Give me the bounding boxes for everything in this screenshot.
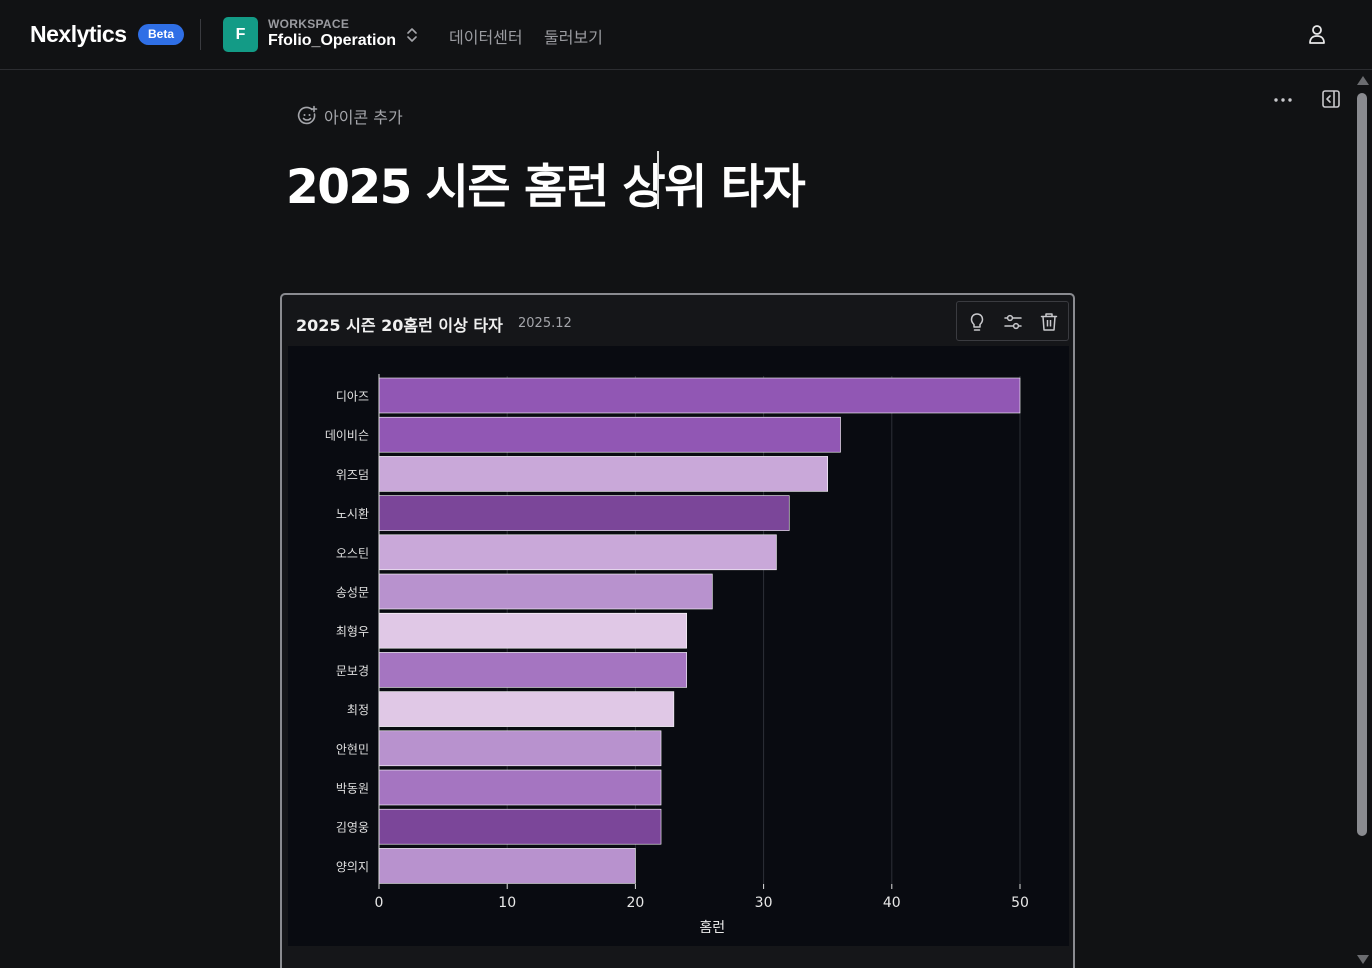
y-tick-label: 최형우 bbox=[336, 625, 369, 639]
bar[interactable] bbox=[378, 808, 662, 845]
y-tick-label: 디아즈 bbox=[336, 390, 369, 404]
add-icon-label: 아이콘 추가 bbox=[324, 108, 403, 127]
nav-datacenter[interactable]: 데이터센터 bbox=[449, 24, 523, 48]
settings-sliders-icon[interactable] bbox=[1002, 311, 1024, 333]
bar[interactable] bbox=[378, 848, 636, 884]
x-tick-label: 40 bbox=[883, 895, 901, 911]
chevron-updown-icon[interactable] bbox=[405, 26, 419, 44]
y-tick-label: 위즈덤 bbox=[336, 468, 369, 482]
bar[interactable] bbox=[378, 652, 687, 688]
y-tick-label: 양의지 bbox=[336, 860, 369, 874]
add-icon-button[interactable]: 아이콘 추가 bbox=[296, 104, 403, 128]
app-logo[interactable]: Nexlytics bbox=[30, 21, 127, 48]
bar[interactable] bbox=[378, 612, 687, 649]
lightbulb-icon[interactable] bbox=[966, 311, 988, 333]
chart-card-title[interactable]: 2025 시즌 20홈런 이상 타자 bbox=[296, 312, 503, 336]
x-axis-title: 홈런 bbox=[699, 920, 725, 936]
workspace-name[interactable]: Ffolio_Operation bbox=[268, 32, 396, 50]
y-tick-label: 노시환 bbox=[336, 507, 369, 521]
x-tick-label: 20 bbox=[626, 895, 644, 911]
bar[interactable] bbox=[378, 456, 829, 492]
chart-card: 2025 시즌 20홈런 이상 타자 2025.12 디아즈데이비슨위즈덤노시환… bbox=[280, 293, 1075, 968]
beta-badge: Beta bbox=[138, 24, 184, 45]
page-title[interactable]: 2025 시즌 홈런 상위 타자 bbox=[286, 148, 806, 217]
workspace-avatar[interactable]: F bbox=[223, 17, 258, 52]
smile-plus-icon bbox=[297, 105, 318, 125]
user-icon[interactable] bbox=[1305, 22, 1329, 46]
bar-chart: 디아즈데이비슨위즈덤노시환오스틴송성문최형우문보경최정안현민박동원김영웅양의지 0… bbox=[325, 374, 1029, 936]
y-tick-label: 박동원 bbox=[336, 782, 369, 796]
bar[interactable] bbox=[378, 769, 662, 806]
y-tick-label: 최정 bbox=[347, 703, 369, 717]
x-tick-label: 10 bbox=[498, 895, 516, 911]
chart-area: 디아즈데이비슨위즈덤노시환오스틴송성문최형우문보경최정안현민박동원김영웅양의지 0… bbox=[288, 346, 1069, 946]
scroll-down-arrow[interactable] bbox=[1357, 955, 1369, 964]
more-icon[interactable] bbox=[1271, 90, 1295, 110]
panel-toggle-icon[interactable] bbox=[1321, 89, 1341, 109]
y-tick-label: 김영웅 bbox=[336, 821, 369, 835]
bar[interactable] bbox=[378, 377, 1021, 414]
chart-card-date: 2025.12 bbox=[518, 316, 572, 331]
x-tick-label: 0 bbox=[375, 895, 384, 911]
trash-icon[interactable] bbox=[1038, 311, 1060, 333]
nav-explore[interactable]: 둘러보기 bbox=[544, 24, 603, 48]
chart-toolbar bbox=[956, 301, 1069, 341]
bar[interactable] bbox=[378, 416, 841, 453]
y-tick-label: 안현민 bbox=[336, 742, 369, 756]
text-cursor bbox=[657, 151, 659, 209]
x-tick-label: 30 bbox=[755, 895, 773, 911]
top-bar: Nexlytics Beta F WORKSPACE Ffolio_Operat… bbox=[0, 0, 1372, 70]
scroll-up-arrow[interactable] bbox=[1357, 76, 1369, 85]
y-tick-label: 오스틴 bbox=[336, 546, 369, 560]
bar[interactable] bbox=[378, 691, 675, 727]
x-tick-label: 50 bbox=[1011, 895, 1029, 911]
header-divider bbox=[200, 19, 201, 50]
workspace-label: WORKSPACE bbox=[268, 17, 350, 31]
bar[interactable] bbox=[378, 730, 662, 767]
y-tick-label: 문보경 bbox=[336, 664, 369, 678]
bar[interactable] bbox=[378, 573, 713, 610]
scrollbar-thumb[interactable] bbox=[1357, 93, 1367, 836]
y-tick-label: 송성문 bbox=[336, 586, 369, 600]
bar[interactable] bbox=[378, 534, 777, 571]
y-tick-label: 데이비슨 bbox=[325, 429, 369, 443]
bar[interactable] bbox=[378, 495, 790, 531]
